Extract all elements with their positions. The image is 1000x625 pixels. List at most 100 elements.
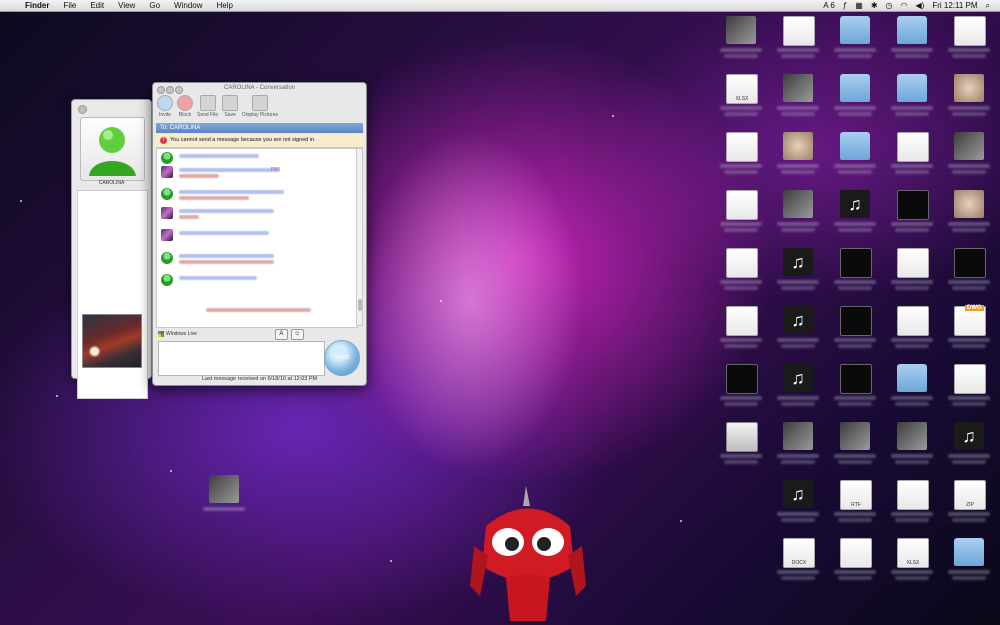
desktop-icon[interactable] xyxy=(946,14,992,64)
desktop-icon[interactable]: ♫ xyxy=(775,246,821,296)
desktop-icon[interactable]: ZIP xyxy=(946,478,992,528)
toolbar: Invite Block Send File Save Display Pict… xyxy=(153,95,366,122)
desktop-icon[interactable] xyxy=(889,130,935,180)
desktop-icon[interactable] xyxy=(201,473,247,523)
desktop-icon[interactable] xyxy=(832,246,878,296)
desktop-icon[interactable]: ♫ xyxy=(946,420,992,470)
desktop-icon[interactable] xyxy=(946,188,992,238)
close-icon[interactable] xyxy=(78,105,87,114)
desktop-icon[interactable] xyxy=(946,536,992,586)
icon-label xyxy=(720,222,762,226)
warm-file-icon xyxy=(954,74,984,102)
message-history[interactable]: PM) xyxy=(156,148,358,328)
desktop-icon[interactable]: ♫ xyxy=(775,362,821,412)
menu-view[interactable]: View xyxy=(111,1,142,10)
menu-bar: Finder File Edit View Go Window Help A 6… xyxy=(0,0,1000,12)
emoticon-button[interactable]: ☺ xyxy=(290,328,304,340)
desktop-icon[interactable] xyxy=(946,130,992,180)
desktop-icon[interactable]: ♫ xyxy=(775,304,821,354)
icon-label xyxy=(838,460,872,464)
desktop-icon[interactable] xyxy=(718,246,764,296)
desktop-icon[interactable] xyxy=(832,72,878,122)
desktop-icon[interactable] xyxy=(889,304,935,354)
title-bar[interactable]: CAROLINA - Conversation xyxy=(153,83,366,95)
desktop-icon[interactable] xyxy=(832,304,878,354)
adobe-icon[interactable]: A 6 xyxy=(819,1,839,10)
menu-file[interactable]: File xyxy=(56,1,83,10)
desktop-icon[interactable] xyxy=(889,478,935,528)
desktop-icon[interactable] xyxy=(946,246,992,296)
menu-edit[interactable]: Edit xyxy=(83,1,111,10)
desktop-icon[interactable] xyxy=(775,420,821,470)
desktop-icon[interactable] xyxy=(832,14,878,64)
volume-icon[interactable]: ◀) xyxy=(911,1,928,10)
spaces-icon[interactable]: ▦ xyxy=(851,1,867,10)
font-button[interactable]: A xyxy=(274,328,288,340)
desktop-icon[interactable] xyxy=(775,130,821,180)
menu-go[interactable]: Go xyxy=(142,1,167,10)
desktop-icon[interactable] xyxy=(718,362,764,412)
desktop-icon[interactable] xyxy=(718,130,764,180)
desktop-icon[interactable] xyxy=(775,72,821,122)
icon-label xyxy=(777,512,819,516)
list-item xyxy=(161,151,351,165)
icon-label xyxy=(838,228,872,232)
img-file-icon xyxy=(726,16,756,44)
icon-label xyxy=(781,54,815,58)
desktop-icon[interactable] xyxy=(718,420,764,470)
desktop-icon[interactable]: RTF xyxy=(832,478,878,528)
desktop-icon[interactable] xyxy=(889,14,935,64)
desktop-icon[interactable] xyxy=(889,246,935,296)
desktop-icon[interactable] xyxy=(718,188,764,238)
menu-finder[interactable]: Finder xyxy=(18,1,56,10)
desktop-icon[interactable] xyxy=(775,14,821,64)
icon-label xyxy=(834,48,876,52)
message-input[interactable] xyxy=(158,341,325,376)
desktop-icon[interactable]: XLSX xyxy=(889,536,935,586)
desktop-icon[interactable]: ♫ xyxy=(775,478,821,528)
file-type-badge: ZIP xyxy=(966,502,974,508)
desktop-icon[interactable] xyxy=(889,362,935,412)
desktop-icon[interactable] xyxy=(946,72,992,122)
folder-file-icon xyxy=(840,74,870,102)
desktop-icon[interactable]: DOCX xyxy=(775,536,821,586)
icon-label xyxy=(895,344,929,348)
scroll-thumb[interactable] xyxy=(358,299,362,311)
desktop-icon[interactable] xyxy=(889,188,935,238)
block-button[interactable]: Block xyxy=(177,95,193,122)
save-button[interactable]: Save xyxy=(222,95,239,122)
menu-help[interactable]: Help xyxy=(209,1,239,10)
file-type-badge: DWG xyxy=(965,305,984,311)
drive-file-icon xyxy=(726,422,758,452)
spotlight-icon[interactable]: ⌕ xyxy=(982,1,994,11)
menu-window[interactable]: Window xyxy=(167,1,209,10)
img-file-icon xyxy=(783,422,813,450)
send-file-button[interactable]: Send File xyxy=(197,95,218,122)
desktop-icon[interactable] xyxy=(718,14,764,64)
invite-button[interactable]: Invite xyxy=(157,95,173,122)
avatar[interactable] xyxy=(80,117,145,181)
desktop-icon[interactable] xyxy=(832,362,878,412)
desktop-icon[interactable]: XLSX xyxy=(718,72,764,122)
script-icon[interactable]: ƒ xyxy=(839,1,851,10)
bluetooth-icon[interactable]: ✱ xyxy=(867,1,882,10)
desktop-icon[interactable]: ♫ xyxy=(832,188,878,238)
clock[interactable]: Fri 12:11 PM xyxy=(928,1,981,10)
desktop-icon[interactable] xyxy=(775,188,821,238)
desktop-icon[interactable]: DWG xyxy=(946,304,992,354)
desktop-icon[interactable] xyxy=(832,536,878,586)
send-button[interactable]: Send xyxy=(324,340,360,376)
time-machine-icon[interactable]: ◷ xyxy=(882,1,897,10)
desktop-icon[interactable] xyxy=(946,362,992,412)
desktop-icon[interactable] xyxy=(718,304,764,354)
icon-label xyxy=(834,106,876,110)
display-pictures-button[interactable]: Display Pictures xyxy=(242,95,278,122)
desktop-icon[interactable] xyxy=(832,130,878,180)
contact-panel: CAROLINA xyxy=(71,99,152,399)
wifi-icon[interactable]: ◠ xyxy=(897,1,912,10)
scrollbar[interactable] xyxy=(356,148,363,326)
desktop-icon[interactable] xyxy=(889,420,935,470)
desktop-icon[interactable] xyxy=(832,420,878,470)
desktop-icon[interactable] xyxy=(889,72,935,122)
my-display-picture[interactable] xyxy=(82,314,142,368)
